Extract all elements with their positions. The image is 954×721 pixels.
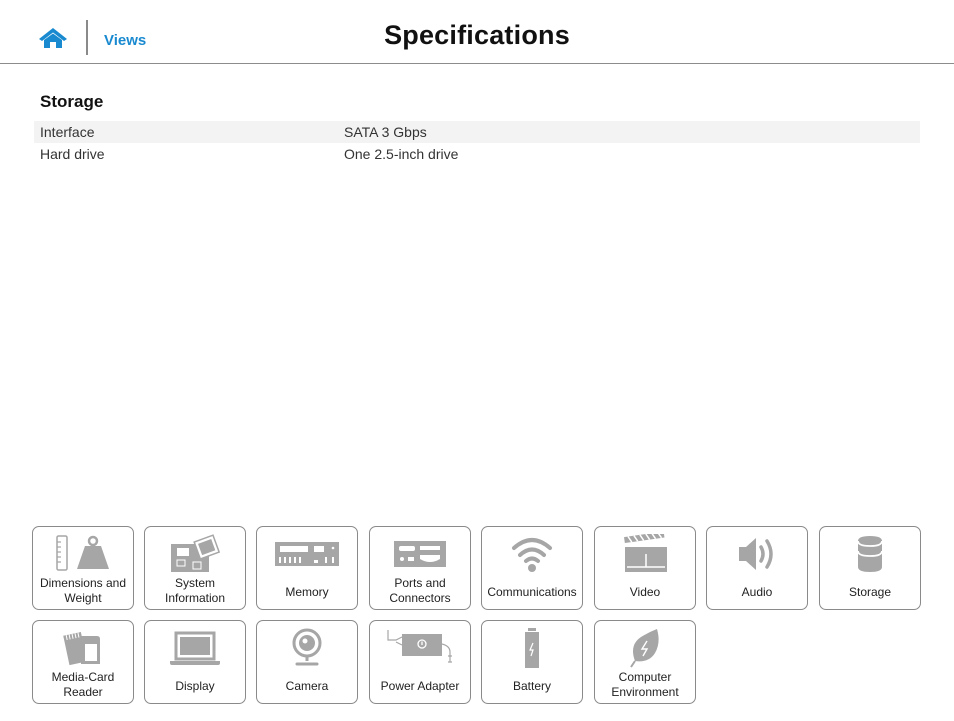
header: Views Specifications — [0, 0, 954, 64]
tile-ports-and-connectors[interactable]: Ports and Connectors — [369, 526, 471, 610]
tile-label: Power Adapter — [380, 679, 460, 693]
clapperboard-icon — [624, 534, 667, 572]
spec-label: Hard drive — [40, 146, 105, 162]
tile-audio[interactable]: Audio — [706, 526, 808, 610]
tile-label-line: Environment — [611, 685, 679, 699]
tile-label: Memory — [285, 585, 329, 599]
tile-memory[interactable]: Memory — [256, 526, 358, 610]
tile-communications[interactable]: Communications — [481, 526, 583, 610]
speaker-icon — [739, 538, 773, 570]
spec-value: SATA 3 Gbps — [344, 124, 427, 140]
tile-label-line: System — [174, 576, 215, 590]
tile-label-line: Computer — [618, 670, 672, 684]
tile-dimensions-and-weight[interactable]: Dimensions and Weight — [32, 526, 134, 610]
tile-label: Communications — [487, 585, 577, 599]
tile-label: Battery — [512, 679, 551, 693]
page-title: Specifications — [384, 20, 570, 50]
tile-storage[interactable]: Storage — [819, 526, 921, 610]
section-title: Storage — [40, 92, 104, 111]
storage-cylinder-icon — [857, 536, 883, 572]
tile-label: Audio — [741, 585, 773, 599]
tile-camera[interactable]: Camera — [256, 620, 358, 704]
tile-computer-environment[interactable]: Computer Environment — [594, 620, 696, 704]
laptop-display-icon — [170, 631, 220, 665]
tile-label: Storage — [848, 585, 892, 599]
tile-media-card-reader[interactable]: Media-Card Reader — [32, 620, 134, 704]
ports-icon — [394, 541, 446, 567]
webcam-icon — [292, 628, 322, 666]
tile-label: Camera — [285, 679, 329, 693]
weight-ruler-icon — [56, 535, 109, 571]
tile-label-line: Reader — [63, 685, 103, 699]
spec-row: Hard drive One 2.5-inch drive — [34, 143, 920, 165]
tile-label-line: Media-Card — [51, 670, 115, 684]
spec-row: Interface SATA 3 Gbps — [34, 121, 920, 143]
tile-video[interactable]: Video — [594, 526, 696, 610]
memory-module-icon — [275, 542, 339, 566]
tile-label: Video — [629, 585, 661, 599]
spec-value: One 2.5-inch drive — [344, 146, 459, 162]
tile-power-adapter[interactable]: Power Adapter — [369, 620, 471, 704]
memory-card-icon — [63, 632, 100, 666]
tile-battery[interactable]: Battery — [481, 620, 583, 704]
leaf-icon — [630, 629, 659, 668]
spec-label: Interface — [40, 124, 95, 140]
wifi-icon — [512, 538, 552, 572]
tile-label-line: Connectors — [389, 591, 451, 605]
tile-label: Display — [175, 679, 215, 693]
tile-label-line: Weight — [64, 591, 102, 605]
tile-label-line: Information — [164, 591, 226, 605]
tile-label-line: Ports and — [394, 576, 446, 590]
spec-table: Interface SATA 3 Gbps Hard drive One 2.5… — [34, 121, 920, 165]
motherboard-icon — [171, 534, 221, 572]
battery-icon — [525, 628, 539, 668]
tile-label-line: Dimensions and — [39, 576, 127, 590]
power-adapter-icon — [387, 630, 452, 663]
tile-system-information[interactable]: System Information — [144, 526, 246, 610]
tile-display[interactable]: Display — [144, 620, 246, 704]
